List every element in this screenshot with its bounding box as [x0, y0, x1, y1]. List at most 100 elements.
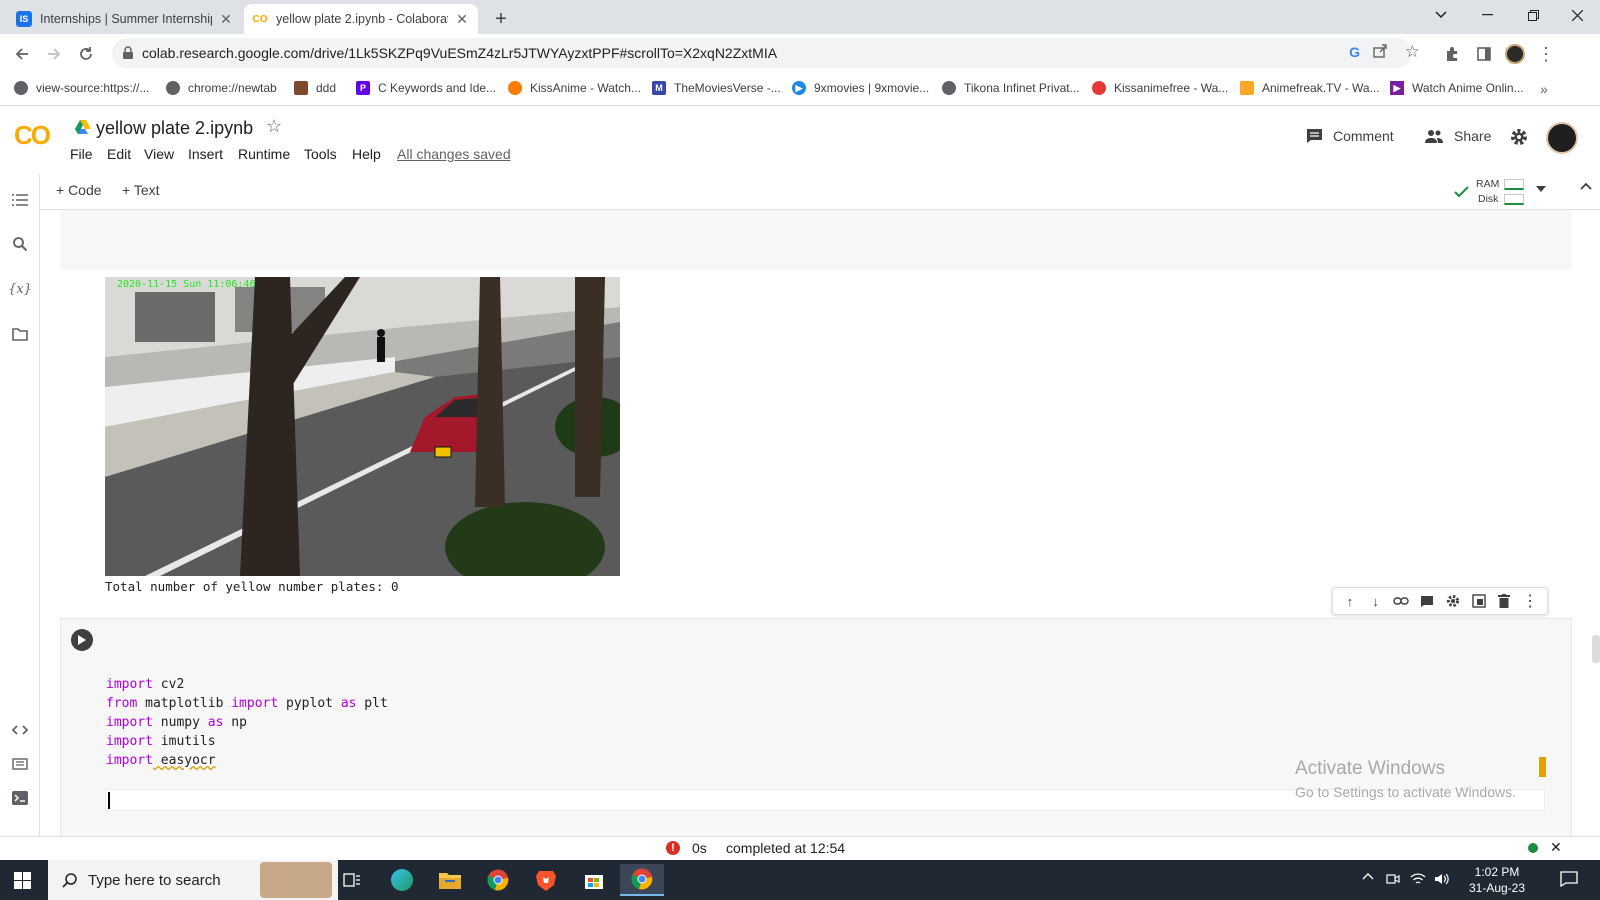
text-caret	[108, 792, 110, 809]
share-button[interactable]: Share	[1424, 128, 1491, 144]
minimize-icon[interactable]	[1464, 0, 1510, 30]
scrollbar-marker	[1539, 757, 1546, 777]
microsoft-store-icon[interactable]	[572, 864, 616, 896]
chrome-icon[interactable]	[476, 864, 520, 896]
ram-label: RAM	[1476, 178, 1500, 190]
task-view-icon[interactable]	[330, 864, 374, 896]
bookmark-star-icon[interactable]: ☆	[1405, 42, 1420, 62]
wifi-icon[interactable]	[1410, 872, 1426, 886]
scrollbar-thumb[interactable]	[1592, 635, 1600, 663]
terminal-icon[interactable]	[10, 788, 30, 808]
colab-logo[interactable]: CO	[14, 120, 51, 151]
share-page-icon[interactable]	[1372, 43, 1388, 59]
user-avatar[interactable]	[1546, 122, 1578, 154]
extensions-icon[interactable]	[1438, 40, 1466, 68]
dropdown-arrow-icon[interactable]	[1536, 186, 1546, 192]
completion-status[interactable]: completed at 12:54	[726, 840, 845, 856]
disk-label: Disk	[1478, 193, 1499, 205]
tab-colab[interactable]: CO yellow plate 2.ipynb - Colaborato ✕	[244, 4, 478, 34]
menu-help[interactable]: Help	[352, 146, 381, 162]
add-text-button[interactable]: + Text	[122, 182, 160, 198]
edge-browser-icon[interactable]	[380, 864, 424, 896]
comment-button[interactable]: Comment	[1306, 128, 1394, 144]
menu-edit[interactable]: Edit	[107, 146, 131, 162]
taskbar-search-box[interactable]: Type here to search	[48, 860, 338, 900]
table-of-contents-icon[interactable]	[10, 190, 30, 210]
menu-insert[interactable]: Insert	[188, 146, 223, 162]
save-status-link[interactable]: All changes saved	[397, 146, 511, 162]
notifications-icon[interactable]	[1560, 871, 1578, 887]
lock-icon[interactable]	[122, 46, 134, 60]
tab-search-icon[interactable]	[1418, 0, 1464, 30]
move-cell-up-icon[interactable]: ↑	[1341, 592, 1359, 610]
bookmark-item[interactable]: chrome://newtab	[166, 81, 277, 95]
close-tab-icon[interactable]: ✕	[218, 11, 234, 28]
code-line: import imutils	[106, 734, 216, 749]
volume-icon[interactable]	[1434, 872, 1450, 886]
m-favicon-icon: M	[652, 81, 666, 95]
tab-internships[interactable]: IS Internships | Summer Internship 2 ✕	[8, 4, 242, 34]
resources-monitor[interactable]: RAM Disk	[1454, 178, 1574, 208]
bookmark-item[interactable]: ▶ Watch Anime Onlin...	[1390, 81, 1524, 95]
bookmark-item[interactable]: Kissanimefree - Wa...	[1092, 81, 1228, 95]
variables-icon[interactable]: {x}	[8, 279, 32, 299]
add-comment-icon[interactable]	[1418, 592, 1436, 610]
show-hidden-icons[interactable]	[1362, 872, 1374, 880]
chrome-active-window-icon[interactable]	[620, 864, 664, 896]
connection-status-dot	[1528, 843, 1538, 853]
bookmark-item[interactable]: ▶ 9xmovies | 9xmovie...	[792, 81, 929, 95]
close-window-icon[interactable]	[1554, 0, 1600, 30]
command-palette-icon[interactable]	[10, 754, 30, 774]
new-tab-icon[interactable]: +	[488, 6, 514, 32]
meet-now-icon[interactable]	[1386, 872, 1400, 886]
bookmark-item[interactable]: M TheMoviesVerse -...	[652, 81, 781, 95]
file-explorer-icon[interactable]	[428, 864, 472, 896]
run-cell-button[interactable]	[71, 629, 93, 651]
more-bookmarks-icon[interactable]: »	[1540, 81, 1548, 97]
bookmark-item[interactable]: KissAnime - Watch...	[508, 81, 641, 95]
reload-icon[interactable]	[72, 40, 100, 68]
menu-file[interactable]: File	[70, 146, 93, 162]
left-sidebar: {x}	[0, 174, 40, 836]
forward-icon[interactable]	[40, 40, 68, 68]
bookmark-item[interactable]: Animefreak.TV - Wa...	[1240, 81, 1380, 95]
add-code-button[interactable]: + Code	[56, 182, 102, 198]
google-lens-icon[interactable]: G	[1349, 44, 1360, 60]
move-cell-down-icon[interactable]: ↓	[1367, 592, 1385, 610]
people-icon	[1424, 129, 1444, 143]
mirror-cell-icon[interactable]	[1470, 592, 1488, 610]
link-to-cell-icon[interactable]	[1392, 592, 1410, 610]
code-snippets-icon[interactable]	[10, 720, 30, 740]
close-status-icon[interactable]: ✕	[1550, 839, 1562, 856]
brave-browser-icon[interactable]	[524, 864, 568, 896]
profile-avatar[interactable]	[1501, 40, 1529, 68]
back-icon[interactable]	[8, 40, 36, 68]
error-icon[interactable]: !	[666, 841, 680, 855]
windows-start-icon[interactable]	[14, 872, 31, 889]
previous-cell[interactable]	[60, 210, 1572, 270]
address-bar[interactable]: colab.research.google.com/drive/1Lk5SKZP…	[112, 38, 1420, 68]
code-cell[interactable]: import cv2 from matplotlib import pyplot…	[60, 618, 1572, 836]
chrome-menu-icon[interactable]: ⋮	[1532, 40, 1560, 68]
bookmark-item[interactable]: view-source:https://...	[14, 81, 149, 95]
side-panel-icon[interactable]	[1470, 40, 1498, 68]
bookmark-item[interactable]: Tikona Infinet Privat...	[942, 81, 1080, 95]
settings-gear-icon[interactable]	[1510, 128, 1528, 146]
cell-settings-icon[interactable]	[1444, 592, 1462, 610]
menu-runtime[interactable]: Runtime	[238, 146, 290, 162]
notebook-title[interactable]: yellow plate 2.ipynb	[96, 118, 253, 139]
restore-icon[interactable]	[1510, 0, 1556, 30]
bookmark-item[interactable]: ddd	[294, 81, 336, 95]
collapse-header-icon[interactable]	[1580, 182, 1592, 190]
delete-cell-icon[interactable]	[1495, 592, 1513, 610]
menu-view[interactable]: View	[144, 146, 174, 162]
clock-time[interactable]: 1:02 PM	[1460, 865, 1534, 879]
bookmark-item[interactable]: PC Keywords and Ide...	[356, 81, 496, 95]
more-options-icon[interactable]: ⋮	[1521, 592, 1539, 610]
close-tab-icon[interactable]: ✕	[454, 11, 470, 28]
clock-date[interactable]: 31-Aug-23	[1460, 881, 1534, 895]
menu-tools[interactable]: Tools	[304, 146, 337, 162]
search-icon[interactable]	[10, 234, 30, 254]
files-folder-icon[interactable]	[10, 324, 30, 344]
star-icon[interactable]: ☆	[266, 116, 282, 137]
